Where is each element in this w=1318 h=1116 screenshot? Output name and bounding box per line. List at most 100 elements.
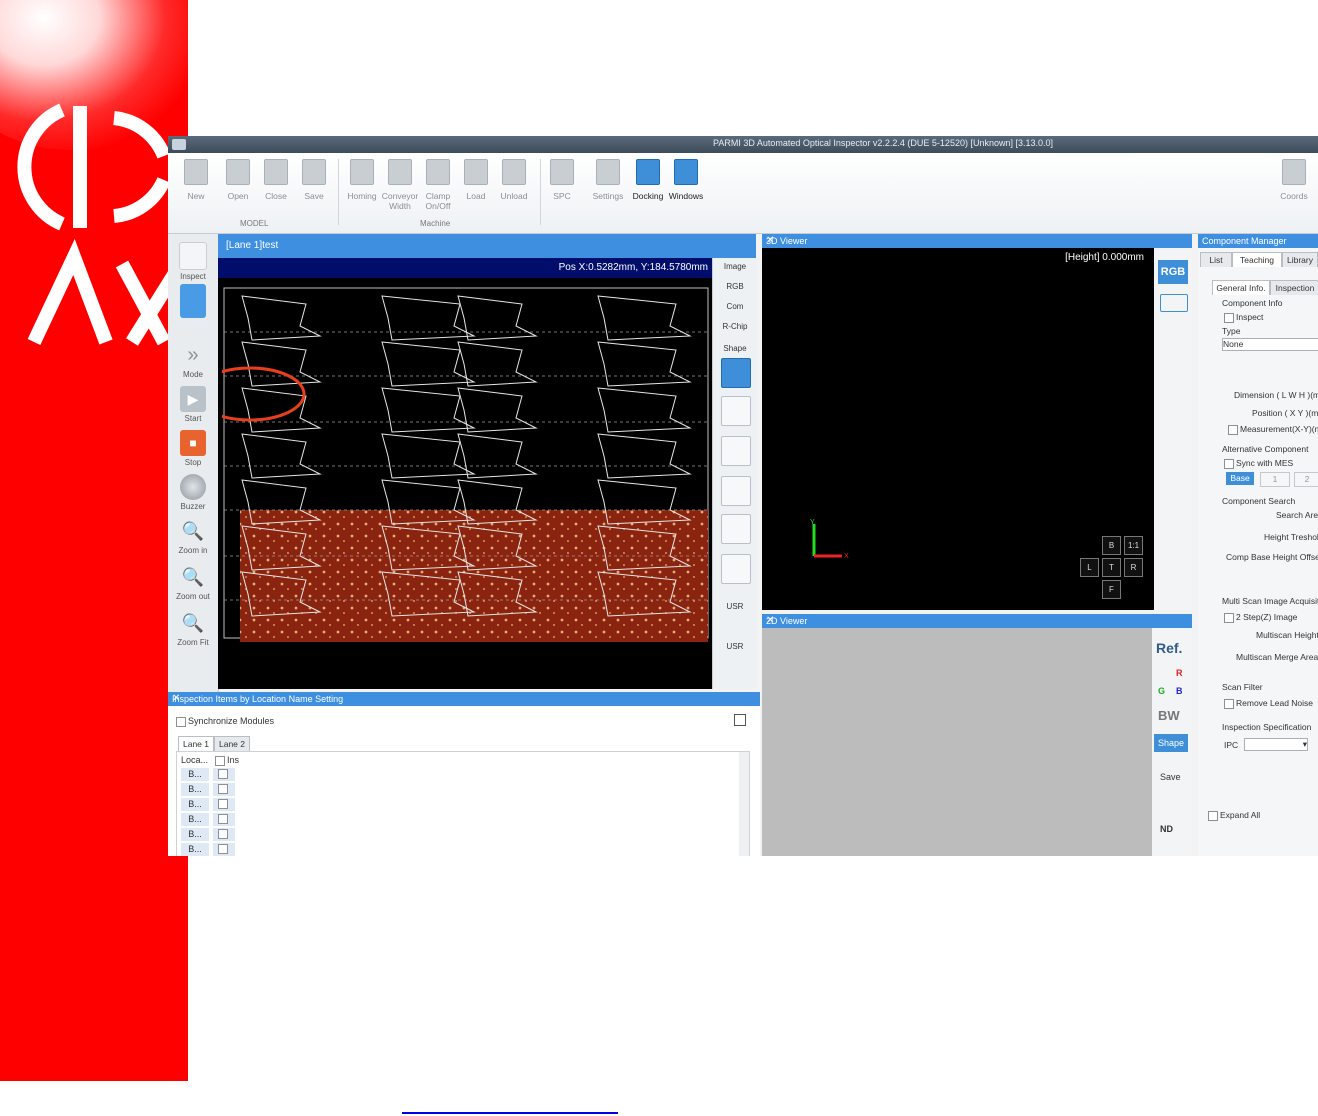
items-scrollbar[interactable] [739, 752, 749, 856]
pad-tool-icon[interactable] [721, 476, 751, 506]
type-select[interactable]: None [1222, 338, 1318, 351]
checkbox-checked-icon[interactable] [218, 768, 228, 779]
load-button[interactable]: Load [456, 159, 496, 201]
unload-button[interactable]: Unload [494, 159, 534, 201]
settings-button[interactable]: Settings [588, 159, 628, 201]
save-button[interactable]: Save [294, 159, 334, 201]
tab-teaching[interactable]: Teaching [1232, 252, 1282, 267]
base-button[interactable]: Base [1226, 472, 1254, 485]
tab-inspection[interactable]: Inspection [1270, 280, 1318, 295]
inspect-cell[interactable] [213, 813, 235, 826]
windows-button[interactable]: Windows [666, 159, 706, 201]
measurement-checkbox[interactable]: Measurement(X-Y)(m [1228, 424, 1318, 435]
save-image-button[interactable]: Save [1160, 772, 1181, 782]
tab-library[interactable]: Library [1282, 252, 1318, 267]
expand-all-checkbox[interactable]: Expand All [1208, 810, 1260, 821]
table-row[interactable]: B... [181, 798, 237, 812]
sync-modules-checkbox[interactable]: Synchronize Modules [176, 716, 274, 727]
conveyor-width-button[interactable]: Conveyor Width [380, 159, 420, 211]
zoom-fit-button[interactable]: 🔍 Zoom Fit [172, 610, 214, 647]
tab-list[interactable]: List [1200, 252, 1232, 267]
viewer-2d-tools: Ref. R G B BW Shape Save ND [1152, 628, 1192, 856]
viewer-3d-canvas[interactable]: [Height] 0.000mm Y X B 1:1 L T R F [762, 248, 1154, 610]
tab-lane-1[interactable]: Lane 1 [178, 736, 214, 751]
alt-1-button[interactable]: 1 [1260, 472, 1290, 487]
blue-channel-button[interactable]: B [1176, 686, 1183, 696]
checkbox-checked-icon[interactable] [218, 843, 228, 854]
close-button[interactable]: Close [256, 159, 296, 201]
select-rect-tool-icon[interactable] [721, 358, 751, 388]
homing-button[interactable]: Homing [342, 159, 382, 201]
rgb-button[interactable]: RGB [1158, 260, 1188, 284]
ipc-select[interactable]: ▾ [1244, 738, 1308, 751]
coords-button[interactable]: Coords [1274, 159, 1314, 201]
crop-tool-icon[interactable] [721, 436, 751, 466]
table-row[interactable]: B... [181, 768, 237, 782]
mode-button[interactable]: » Mode [172, 342, 214, 379]
buzzer-button[interactable]: Buzzer [172, 474, 214, 511]
com-option[interactable]: Com [717, 302, 753, 311]
view-one-to-one-button[interactable]: 1:1 [1124, 536, 1143, 555]
checkbox-checked-icon[interactable] [218, 783, 228, 794]
stop-button[interactable]: ■ Stop [172, 430, 214, 467]
clamp-button[interactable]: Clamp On/Off [418, 159, 458, 211]
inspect-button[interactable]: Inspect [172, 242, 214, 281]
table-row[interactable]: B... [181, 813, 237, 827]
zoom-in-button[interactable]: 🔍 Zoom in [172, 518, 214, 555]
rgb-option[interactable]: RGB [717, 282, 753, 291]
green-channel-button[interactable]: G [1158, 686, 1165, 696]
checkbox-checked-icon[interactable] [218, 813, 228, 824]
zoom-out-button[interactable]: 🔍 Zoom out [172, 564, 214, 601]
open-button[interactable]: Open [218, 159, 258, 201]
two-step-checkbox[interactable]: 2 Step(Z) Image [1224, 612, 1297, 623]
inspect-checkbox[interactable]: Inspect [1224, 312, 1263, 323]
inspect-cell[interactable] [213, 768, 235, 781]
checkbox-checked-icon[interactable] [218, 798, 228, 809]
docking-button[interactable]: Docking [628, 159, 668, 201]
checkbox-checked-icon[interactable] [218, 828, 228, 839]
underline-link[interactable] [402, 1112, 618, 1114]
view-front-button[interactable]: F [1102, 580, 1121, 599]
view-left-button[interactable]: L [1080, 558, 1099, 577]
teaching-button[interactable]: Teaching [172, 284, 214, 329]
close-icon[interactable]: ✕ [766, 615, 1188, 626]
tab-lane-2[interactable]: Lane 2 [214, 736, 250, 751]
sync-mes-checkbox[interactable]: Sync with MES [1224, 458, 1293, 469]
spc-button[interactable]: SPC [542, 159, 582, 201]
viewer-2d-canvas[interactable] [762, 628, 1152, 856]
inspect-cell[interactable] [213, 828, 235, 841]
table-row[interactable]: B... [181, 783, 237, 797]
area-tool-icon[interactable] [721, 554, 751, 584]
3d-mode-icon[interactable] [1160, 294, 1188, 312]
tab-general-info[interactable]: General Info. [1212, 280, 1270, 295]
viewer-3d-panel: 3D Viewer ✕ [Height] 0.000mm Y X B 1:1 L… [762, 234, 1192, 610]
usr-option-1[interactable]: USR [717, 602, 753, 611]
nd-button[interactable]: ND [1160, 824, 1173, 834]
usr-option-2[interactable]: USR [717, 642, 753, 651]
inspect-cell[interactable] [213, 783, 235, 796]
close-icon[interactable]: ✕ [766, 235, 1188, 246]
remove-lead-noise-checkbox[interactable]: Remove Lead Noise [1224, 698, 1313, 709]
start-button[interactable]: ▶ Start [172, 386, 214, 423]
inspect-cell[interactable] [213, 843, 235, 856]
shape-button[interactable]: Shape [1154, 734, 1188, 752]
view-top-button[interactable]: T [1102, 558, 1121, 577]
table-row[interactable]: B... [181, 843, 237, 856]
table-row[interactable]: B... [181, 828, 237, 842]
bw-button[interactable]: BW [1158, 708, 1180, 723]
rect-tool-icon[interactable] [721, 396, 751, 426]
close-icon[interactable]: ✕ [172, 693, 756, 704]
save-icon[interactable] [734, 714, 746, 726]
view-right-button[interactable]: R [1124, 558, 1143, 577]
multiscan-merge-label: Multiscan Merge Area [1236, 652, 1318, 662]
new-button[interactable]: New [176, 159, 216, 201]
rchip-option[interactable]: R-Chip [717, 322, 753, 331]
ref-button[interactable]: Ref. [1156, 640, 1182, 656]
inspect-cell[interactable] [213, 798, 235, 811]
lead-tool-icon[interactable] [721, 514, 751, 544]
pcb-board-view[interactable] [222, 280, 712, 688]
view-back-button[interactable]: B [1102, 536, 1121, 555]
zoom-fit-icon: 🔍 [181, 613, 205, 633]
red-channel-button[interactable]: R [1176, 668, 1183, 678]
alt-2-button[interactable]: 2 [1294, 472, 1318, 487]
